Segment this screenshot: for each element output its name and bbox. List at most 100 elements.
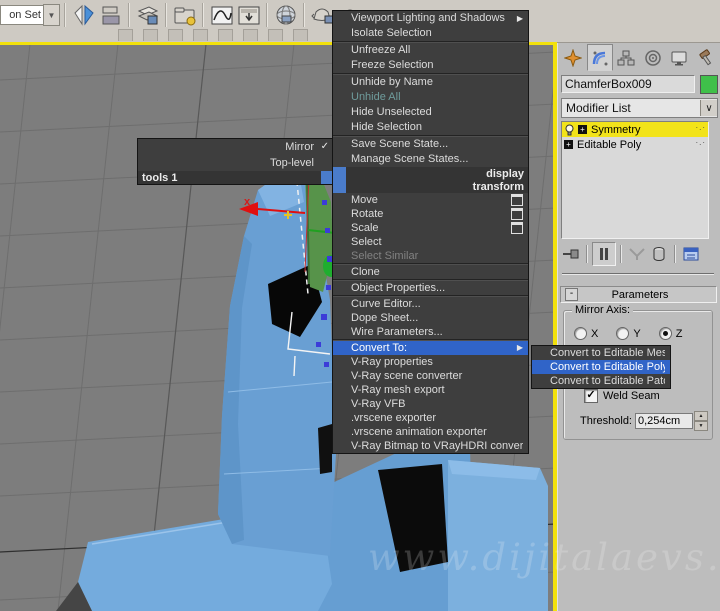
quad-header-display[interactable]: display [333,167,528,180]
menu-item-vrscene-exporter[interactable]: .vrscene exporter [333,411,528,425]
menu-item-curve-editor[interactable]: Curve Editor... [333,297,528,311]
menu-item-unhide-all[interactable]: Unhide All [333,90,528,105]
toolbar-separator [128,3,130,27]
collapse-icon[interactable]: - [565,288,578,301]
tab-hierarchy[interactable] [613,44,640,71]
radio-y-dot[interactable] [616,327,630,340]
quad-header-tools-1[interactable]: tools 1 [138,171,334,184]
menu-item-scale[interactable]: Scale [333,221,528,235]
quad-header-transform[interactable]: transform [333,180,528,193]
show-end-result-icon[interactable] [592,242,616,266]
modifier-stack-row-editable-poly[interactable]: + Editable Poly ·.· [562,137,708,152]
weld-seam-row: ✓ Weld Seam [584,389,660,403]
toolbar-separator [165,3,167,27]
check-icon: ✓ [320,141,329,152]
menu-item-convert-to[interactable]: Convert To: ▶ [333,341,528,355]
menu-item-mirror[interactable]: Mirror ✓ [138,139,334,155]
tab-create[interactable] [560,44,587,71]
object-color-swatch[interactable] [699,75,718,94]
menu-item-select-similar: Select Similar [351,250,419,262]
combo-dropdown-icon[interactable]: ▼ [43,4,60,26]
mirror-icon[interactable] [70,2,97,28]
menu-item-freeze-selection[interactable]: Freeze Selection [333,58,528,73]
menu-item-vray-scene-converter[interactable]: V-Ray scene converter [333,369,528,383]
radio-z[interactable]: Z [658,327,682,340]
tab-utilities[interactable] [693,44,720,71]
modifier-name: Symmetry [591,123,641,136]
menu-item-convert-editable-patch[interactable]: Convert to Editable Patch [532,374,670,388]
quad-corner-marker [333,167,346,180]
chevron-down-icon: ∨ [700,100,717,116]
toolbar-separator [266,3,268,27]
radio-x-dot[interactable] [574,327,587,340]
toolbar-separator [202,3,204,27]
convert-to-submenu: Convert to Editable Mesh Convert to Edit… [531,345,671,389]
menu-item-select[interactable]: Select [333,235,528,249]
quad-corner-marker [333,180,346,193]
settings-dialog-icon[interactable] [511,208,523,220]
expand-icon[interactable]: + [564,140,573,149]
threshold-row: Threshold: 0,254cm ▲ ▼ [568,411,708,431]
menu-item-vrscene-animation-exporter[interactable]: .vrscene animation exporter [333,425,528,439]
submenu-arrow-icon: ▶ [516,14,523,23]
curve-editor-icon[interactable] [208,2,235,28]
render-setup-icon[interactable] [272,2,299,28]
settings-dialog-icon[interactable] [511,222,523,234]
menu-item-viewport-lighting[interactable]: Viewport Lighting and Shadows ▶ [333,11,528,26]
layer-manager-icon[interactable] [134,2,161,28]
menu-item-unfreeze-all[interactable]: Unfreeze All [333,43,528,58]
modifier-stack: + Symmetry ·.· + Editable Poly ·.· [561,121,709,239]
modifier-stack-row-symmetry[interactable]: + Symmetry ·.· [562,122,708,137]
radio-x[interactable]: X [574,327,598,340]
modifier-name: Editable Poly [577,138,642,151]
menu-item-vray-mesh-export[interactable]: V-Ray mesh export [333,383,528,397]
pin-stack-icon[interactable] [560,243,582,265]
configure-modifier-sets-icon[interactable] [680,243,702,265]
menu-item-hide-unselected[interactable]: Hide Unselected [333,105,528,120]
named-selection-set-combo[interactable]: on Set ▼ [0,4,60,26]
tab-display[interactable] [666,44,693,71]
menu-item-dope-sheet[interactable]: Dope Sheet... [333,311,528,325]
menu-item-clone[interactable]: Clone [333,265,528,279]
menu-item-vray-properties[interactable]: V-Ray properties [333,355,528,369]
lightbulb-icon[interactable] [564,124,575,136]
weld-seam-checkbox[interactable]: ✓ [584,389,598,403]
modifier-stack-toolbar [560,242,718,266]
object-name-field[interactable]: ChamferBox009 [561,75,695,93]
make-unique-icon[interactable] [626,243,648,265]
threshold-spinner[interactable]: ▲ ▼ [694,411,708,431]
menu-item-manage-scene-states[interactable]: Manage Scene States... [333,152,528,167]
radio-y[interactable]: Y [616,327,641,340]
menu-item-save-scene-state[interactable]: Save Scene State... [333,137,528,152]
weld-seam-label: Weld Seam [603,390,660,402]
menu-item-isolate-selection[interactable]: Isolate Selection [333,26,528,41]
menu-item-convert-editable-mesh[interactable]: Convert to Editable Mesh [532,346,670,360]
menu-item-unhide-by-name[interactable]: Unhide by Name [333,75,528,90]
menu-item-hide-selection[interactable]: Hide Selection [333,120,528,135]
tab-motion[interactable] [640,44,667,71]
menu-item-wire-parameters[interactable]: Wire Parameters... [333,325,528,339]
spinner-up-icon[interactable]: ▲ [694,411,708,421]
expand-icon[interactable]: + [578,125,587,134]
menu-item-move[interactable]: Move [333,193,528,207]
threshold-field[interactable]: 0,254cm [635,413,693,429]
tab-modify[interactable] [586,44,613,71]
asset-browser-icon[interactable] [171,2,198,28]
align-icon[interactable] [97,2,124,28]
modifier-list-dropdown[interactable]: Modifier List ∨ [561,98,718,118]
remove-modifier-icon[interactable] [648,243,670,265]
spinner-down-icon[interactable]: ▼ [694,421,708,431]
named-selection-set-value[interactable]: on Set [0,5,43,25]
menu-item-vray-vfb[interactable]: V-Ray VFB [333,397,528,411]
menu-item-object-properties[interactable]: Object Properties... [333,281,528,295]
settings-dialog-icon[interactable] [511,194,523,206]
menu-item-top-level[interactable]: Top-level [138,155,334,171]
menu-item-vray-bitmap-converter[interactable]: V-Ray Bitmap to VRayHDRI converter [333,439,528,453]
menu-item-rotate[interactable]: Rotate [333,207,528,221]
parameters-rollout-header[interactable]: - Parameters [560,286,717,303]
radio-z-dot[interactable] [658,327,672,340]
schematic-view-icon[interactable] [235,2,262,28]
menu-item-convert-editable-poly[interactable]: Convert to Editable Poly [532,360,670,374]
submenu-arrow-icon: ▶ [516,343,523,352]
secondary-toolbar-sliver [118,29,308,41]
